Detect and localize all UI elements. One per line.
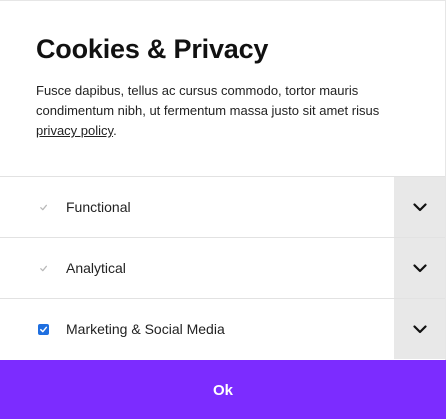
option-row-marketing: Marketing & Social Media xyxy=(0,298,445,359)
check-icon xyxy=(40,265,48,271)
analytical-label: Analytical xyxy=(66,260,126,276)
check-icon xyxy=(40,326,48,332)
option-analytical[interactable]: Analytical xyxy=(0,238,356,298)
expand-marketing-button[interactable] xyxy=(394,299,445,359)
marketing-checkbox[interactable] xyxy=(38,323,49,335)
chevron-down-icon xyxy=(412,202,427,211)
description-text: Fusce dapibus, tellus ac cursus commodo,… xyxy=(36,83,380,118)
dialog-description: Fusce dapibus, tellus ac cursus commodo,… xyxy=(36,81,406,141)
option-functional[interactable]: Functional xyxy=(0,177,356,237)
dialog-header: Cookies & Privacy Fusce dapibus, tellus … xyxy=(0,1,445,144)
privacy-policy-link[interactable]: privacy policy xyxy=(36,123,113,138)
description-suffix: . xyxy=(113,123,117,138)
functional-label: Functional xyxy=(66,199,131,215)
option-marketing[interactable]: Marketing & Social Media xyxy=(0,299,356,359)
check-icon xyxy=(40,204,48,210)
option-row-analytical: Analytical xyxy=(0,237,445,298)
cookie-options-list: Functional Analytical Marketing & Social… xyxy=(0,176,445,359)
chevron-down-icon xyxy=(412,263,427,272)
analytical-checkbox[interactable] xyxy=(38,262,49,274)
chevron-down-icon xyxy=(412,324,427,333)
functional-checkbox[interactable] xyxy=(38,201,49,213)
marketing-label: Marketing & Social Media xyxy=(66,321,225,337)
ok-button[interactable]: Ok xyxy=(0,360,446,419)
expand-analytical-button[interactable] xyxy=(394,238,445,298)
dialog-title: Cookies & Privacy xyxy=(36,34,269,64)
expand-functional-button[interactable] xyxy=(394,177,445,237)
cookie-consent-dialog: Cookies & Privacy Fusce dapibus, tellus … xyxy=(0,0,446,419)
option-row-functional: Functional xyxy=(0,176,445,237)
